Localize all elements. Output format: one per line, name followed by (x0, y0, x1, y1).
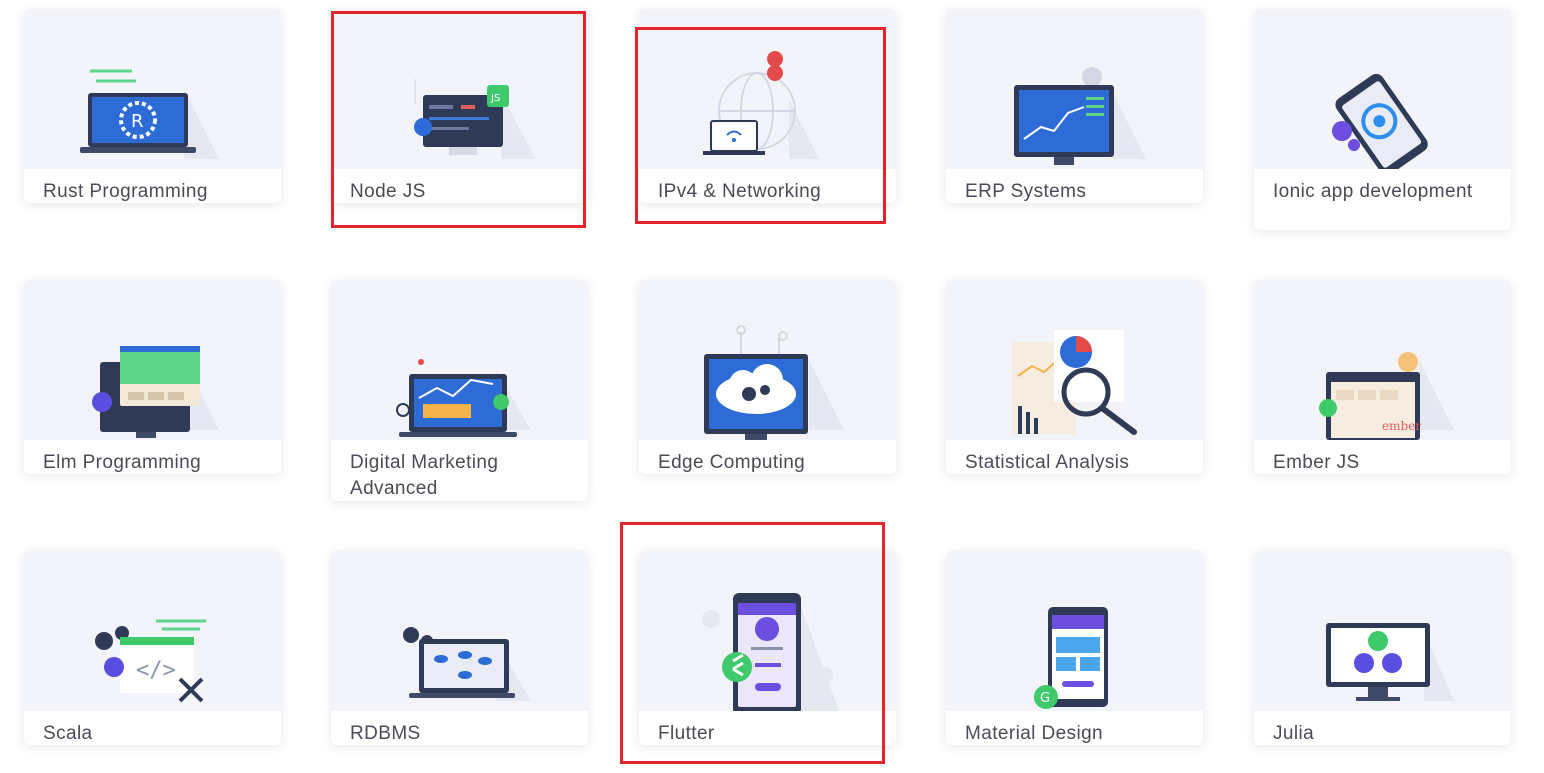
erp-dashboard-icon (946, 9, 1203, 169)
svg-text:</>: </> (136, 658, 176, 683)
course-card-nodejs[interactable]: JS Node JS (331, 9, 588, 203)
course-title: Ember JS (1273, 452, 1360, 473)
course-title: Statistical Analysis (965, 452, 1130, 473)
elm-monitor-icon (24, 280, 281, 440)
course-card-elm[interactable]: Elm Programming (24, 280, 281, 474)
julia-monitor-icon (1254, 551, 1511, 711)
flutter-phone-icon (639, 551, 896, 711)
course-title: Edge Computing (658, 452, 806, 473)
course-card-scala[interactable]: </> Scala (24, 551, 281, 745)
ember-browser-icon: ember (1254, 280, 1511, 440)
course-card-flutter[interactable]: Flutter (639, 551, 896, 745)
nodejs-monitor-icon: JS (331, 9, 588, 169)
svg-text:JS: JS (490, 93, 500, 104)
course-title: Material Design (965, 723, 1103, 744)
course-card-ipv4[interactable]: IPv4 & Networking (639, 9, 896, 203)
svg-text:R: R (131, 111, 144, 132)
course-card-rust[interactable]: R Rust Programming (24, 9, 281, 203)
ionic-phone-icon (1254, 9, 1511, 169)
marketing-laptop-icon (331, 280, 588, 440)
course-card-rdbms[interactable]: RDBMS (331, 551, 588, 745)
course-title: Rust Programming (43, 181, 208, 202)
course-card-material-design[interactable]: G Material Design (946, 551, 1203, 745)
course-title: Julia (1273, 723, 1315, 744)
course-title: IPv4 & Networking (658, 181, 822, 202)
course-card-erp[interactable]: ERP Systems (946, 9, 1203, 203)
magnifier-charts-icon (946, 280, 1203, 440)
cloud-monitor-icon (639, 280, 896, 440)
course-card-ember[interactable]: ember Ember JS (1254, 280, 1511, 474)
course-card-ionic[interactable]: Ionic app development (1254, 9, 1511, 230)
course-title: Digital Marketing Advanced (350, 452, 499, 499)
course-card-digital-marketing[interactable]: Digital Marketing Advanced (331, 280, 588, 501)
course-title: RDBMS (350, 723, 421, 744)
svg-text:G: G (1040, 691, 1050, 706)
globe-network-icon (639, 9, 896, 169)
course-title: Ionic app development (1273, 181, 1473, 202)
course-title: Scala (43, 723, 93, 744)
material-phone-icon: G (946, 551, 1203, 711)
course-card-edge-computing[interactable]: Edge Computing (639, 280, 896, 474)
course-title: Flutter (658, 723, 715, 744)
rust-laptop-icon: R (24, 9, 281, 169)
code-window-icon: </> (24, 551, 281, 711)
course-title: Elm Programming (43, 452, 202, 473)
course-title: ERP Systems (965, 181, 1087, 202)
svg-text:ember: ember (1382, 419, 1421, 433)
course-title: Node JS (350, 181, 426, 202)
course-card-statistical-analysis[interactable]: Statistical Analysis (946, 280, 1203, 474)
course-card-julia[interactable]: Julia (1254, 551, 1511, 745)
database-laptop-icon (331, 551, 588, 711)
